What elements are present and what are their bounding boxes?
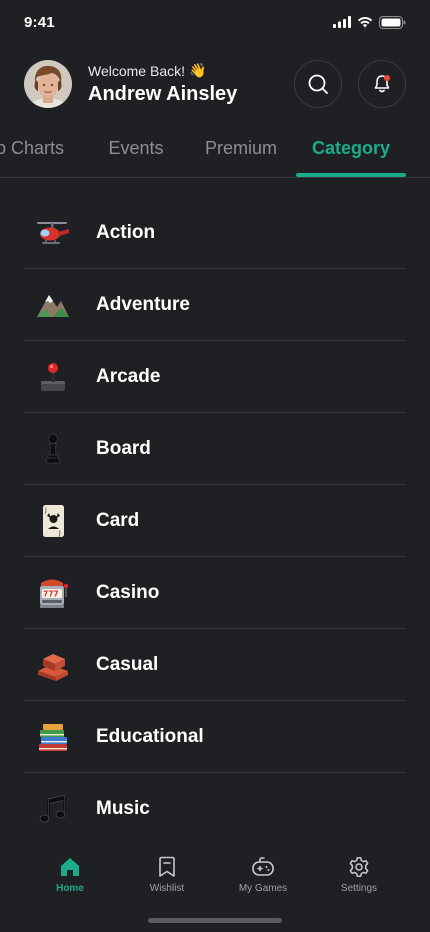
category-item-board[interactable]: Board (24, 413, 406, 485)
helicopter-icon (34, 214, 72, 252)
nav-settings[interactable]: Settings (319, 856, 399, 894)
category-label: Educational (96, 725, 204, 747)
bookmark-icon (159, 856, 175, 877)
mountain-icon (34, 286, 72, 324)
notification-dot (384, 75, 390, 81)
category-item-action[interactable]: Action (24, 197, 406, 269)
nav-my-games[interactable]: My Games (223, 856, 303, 894)
slot-machine-icon: 777 (34, 574, 72, 612)
welcome-text: Welcome Back! 👋 (88, 62, 278, 79)
nav-label: Wishlist (149, 883, 185, 894)
category-item-card[interactable]: J J Card (24, 485, 406, 557)
avatar[interactable] (24, 60, 72, 108)
gamepad-icon (252, 857, 274, 876)
svg-text:J: J (44, 507, 47, 514)
category-item-casino[interactable]: 777 Casino (24, 557, 406, 629)
cellular-signal-icon (333, 16, 351, 28)
greeting: Welcome Back! 👋 Andrew Ainsley (88, 62, 278, 106)
tab-label: Premium (204, 138, 277, 158)
category-label: Arcade (96, 365, 161, 387)
search-button[interactable] (294, 60, 342, 108)
category-label: Card (96, 509, 140, 531)
category-item-music[interactable]: Music (24, 773, 406, 845)
joystick-icon (34, 358, 72, 396)
tab-label: Category (311, 138, 391, 158)
category-label: Board (96, 437, 151, 459)
category-item-arcade[interactable]: Arcade (24, 341, 406, 413)
svg-text:777: 777 (43, 589, 59, 598)
category-label: Casino (96, 581, 160, 603)
category-item-casual[interactable]: Casual (24, 629, 406, 701)
chess-pawn-icon (34, 430, 72, 468)
category-tabs: p Charts Events Premium Category (0, 130, 430, 178)
avatar-image (24, 60, 72, 108)
svg-text:J: J (58, 530, 61, 537)
nav-label: Home (56, 883, 84, 894)
tab-label: p Charts (0, 138, 65, 158)
tab-label: Events (108, 138, 164, 158)
category-label: Action (96, 221, 156, 243)
tab-category[interactable]: Category (296, 130, 406, 176)
search-icon (308, 74, 328, 94)
category-label: Adventure (96, 293, 190, 315)
status-bar: 9:41 (0, 0, 430, 44)
tab-events[interactable]: Events (96, 130, 176, 176)
active-tab-indicator (296, 173, 406, 177)
category-list: Action Adventure Arcade Board J J Card 7… (24, 197, 406, 845)
header: Welcome Back! 👋 Andrew Ainsley (24, 58, 406, 110)
bricks-icon (34, 646, 72, 684)
category-label: Casual (96, 653, 159, 675)
wave-emoji: 👋 (189, 62, 207, 78)
category-item-educational[interactable]: Educational (24, 701, 406, 773)
nav-label: My Games (238, 883, 288, 894)
battery-icon (379, 15, 406, 29)
status-icons (333, 15, 406, 29)
tab-top-charts[interactable]: p Charts (0, 130, 76, 176)
home-icon (61, 858, 79, 876)
nav-wishlist[interactable]: Wishlist (127, 856, 207, 894)
gear-icon (349, 857, 369, 877)
music-note-icon (34, 790, 72, 828)
user-name: Andrew Ainsley (88, 83, 238, 105)
books-icon (34, 718, 72, 756)
tab-premium[interactable]: Premium (192, 130, 290, 176)
status-time: 9:41 (24, 13, 55, 31)
nav-label: Settings (340, 883, 378, 894)
wifi-icon (357, 17, 373, 28)
category-item-adventure[interactable]: Adventure (24, 269, 406, 341)
category-label: Music (96, 798, 150, 819)
home-indicator (148, 918, 282, 923)
welcome-label: Welcome Back! (88, 62, 185, 79)
notification-button[interactable] (358, 60, 406, 108)
nav-home[interactable]: Home (30, 856, 110, 894)
joker-card-icon: J J (34, 502, 72, 540)
